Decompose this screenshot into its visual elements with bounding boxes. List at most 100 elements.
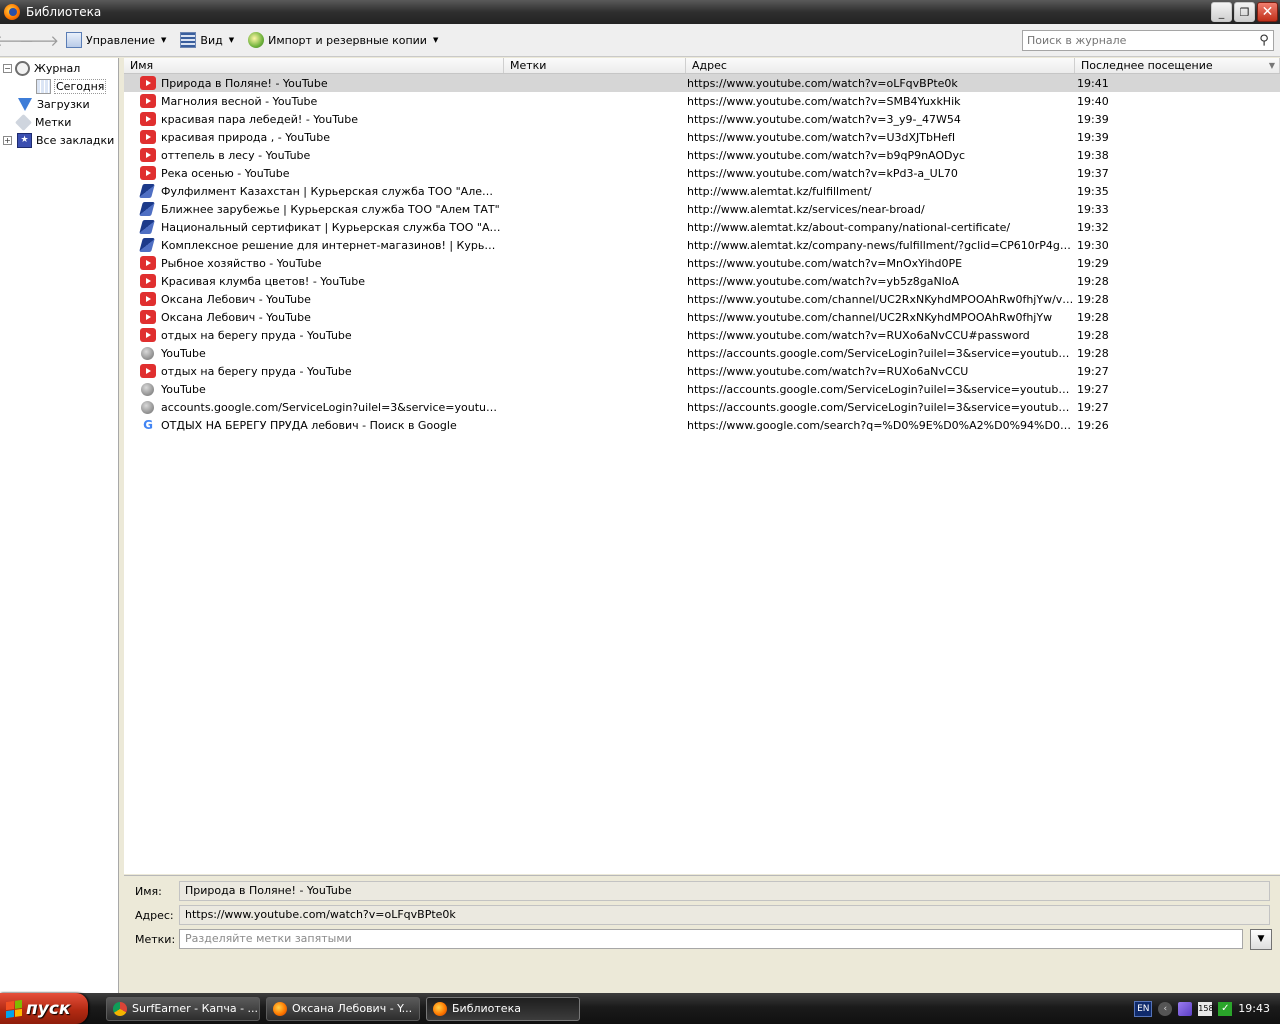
table-row[interactable]: Оксана Лебович - YouTube https://www.yout… (124, 290, 1280, 308)
table-row[interactable]: accounts.google.com/ServiceLogin?uilel=3… (124, 398, 1280, 416)
close-button[interactable]: ✕ (1257, 2, 1278, 22)
table-row[interactable]: Комплексное решение для интернет-магазин… (124, 236, 1280, 254)
detail-address-row: Адрес: https://www.youtube.com/watch?v=o… (124, 905, 1280, 925)
youtube-favicon-icon (140, 256, 156, 270)
cell-name: Ближнее зарубежье | Курьерская служба ТО… (124, 202, 504, 216)
tags-field[interactable]: Разделяйте метки запятыми (179, 929, 1243, 949)
table-row[interactable]: Оксана Лебович - YouTube https://www.yout… (124, 308, 1280, 326)
name-field[interactable]: Природа в Поляне! - YouTube (179, 881, 1270, 901)
show-hidden-icons-icon[interactable]: ‹ (1158, 1001, 1173, 1016)
sidebar-item-downloads[interactable]: Загрузки (0, 95, 118, 113)
sidebar-item-today[interactable]: Сегодня (0, 77, 118, 95)
forward-button[interactable]: 🡒 (19, 29, 59, 51)
taskbar-item-surfearner[interactable]: SurfEarner - Капча - ... (106, 996, 260, 1021)
sort-descending-icon[interactable]: ▼ (1269, 58, 1275, 74)
table-row[interactable]: Ближнее зарубежье | Курьерская служба ТО… (124, 200, 1280, 218)
page-title-text: accounts.google.com/ServiceLogin?uilel=3… (161, 400, 501, 414)
column-header-last-visit[interactable]: Последнее посещение ▼ (1075, 58, 1280, 73)
column-header-tags[interactable]: Метки (504, 58, 686, 73)
cell-address: https://www.youtube.com/watch?v=3_y9-_47… (687, 112, 961, 126)
taskbar-item-library[interactable]: Библиотека (426, 996, 580, 1021)
cell-name: Магнолия весной - YouTube (124, 94, 504, 108)
cell-last-visit: 19:39 (1077, 112, 1109, 126)
minimize-button[interactable]: _ (1211, 2, 1232, 22)
search-input[interactable] (1023, 34, 1255, 47)
details-panel: Имя: Природа в Поляне! - YouTube Адрес: … (124, 875, 1280, 993)
expand-toggle[interactable]: + (3, 135, 12, 145)
cell-address: http://www.alemtat.kz/services/near-broa… (687, 202, 925, 216)
bookmarks-icon: ★ (17, 132, 32, 148)
sidebar-item-tags[interactable]: Метки (0, 113, 118, 131)
table-row[interactable]: YouTube https://accounts.google.com/Servi… (124, 380, 1280, 398)
restore-button[interactable]: ❐ (1234, 2, 1255, 22)
downloads-icon (18, 97, 32, 111)
collapse-toggle[interactable]: − (3, 63, 12, 73)
youtube-favicon-icon (140, 364, 156, 378)
tags-dropdown-button[interactable]: ▼ (1250, 928, 1272, 950)
view-menu-button[interactable]: Вид ▼ (176, 29, 238, 51)
table-row[interactable]: Красивая клумба цветов! - YouTube https:/… (124, 272, 1280, 290)
table-row[interactable]: оттепель в лесу - YouTube https://www.you… (124, 146, 1280, 164)
address-field[interactable]: https://www.youtube.com/watch?v=oLFqvBPt… (179, 905, 1270, 925)
manage-menu-button[interactable]: Управление ▼ (62, 29, 170, 51)
cell-last-visit: 19:26 (1077, 418, 1109, 432)
column-header-name[interactable]: Имя (124, 58, 504, 73)
windows-logo-icon (6, 999, 22, 1018)
sidebar-item-history[interactable]: − Журнал (0, 59, 118, 77)
cell-name: Рыбное хозяйство - YouTube (124, 256, 504, 270)
column-header-address[interactable]: Адрес (686, 58, 1075, 73)
google-favicon-icon: G (143, 418, 153, 432)
cell-name: YouTube (124, 382, 504, 396)
page-title-text: отдых на берегу пруда - YouTube (161, 364, 352, 378)
chrome-icon (113, 1001, 127, 1016)
clock[interactable]: 19:43 (1238, 1002, 1270, 1015)
table-row[interactable]: Природа в Поляне! - YouTube https://www.y… (124, 74, 1280, 92)
sidebar-item-all-bookmarks[interactable]: + ★ Все закладки (0, 131, 118, 149)
title-bar[interactable]: Библиотека _ ❐ ✕ (0, 0, 1280, 24)
cell-name: отдых на берегу пруда - YouTube (124, 364, 504, 378)
calendar-day-icon[interactable]: 158 (1198, 1001, 1214, 1016)
cell-address: https://accounts.google.com/ServiceLogin… (687, 382, 1075, 396)
tags-label: Метки: (135, 932, 176, 946)
table-row[interactable]: Фулфилмент Казахстан | Курьерская служба… (124, 182, 1280, 200)
table-body: Природа в Поляне! - YouTube https://www.y… (124, 74, 1280, 434)
language-indicator[interactable]: EN (1134, 1000, 1153, 1017)
cell-last-visit: 19:28 (1077, 346, 1109, 360)
page-title-text: Комплексное решение для интернет-магазин… (161, 238, 501, 252)
history-icon (15, 60, 30, 76)
table-row[interactable]: G ОТДЫХ НА БЕРЕГУ ПРУДА лебович - Поиск в… (124, 416, 1280, 434)
cell-address: https://accounts.google.com/ServiceLogin… (687, 346, 1075, 360)
table-row[interactable]: Магнолия весной - YouTube https://www.you… (124, 92, 1280, 110)
table-row[interactable]: красивая пара лебедей! - YouTube https://… (124, 110, 1280, 128)
table-row[interactable]: Рыбное хозяйство - YouTube https://www.yo… (124, 254, 1280, 272)
tags-icon (15, 113, 32, 131)
youtube-favicon-icon (140, 274, 156, 288)
toolbar: 🡐 🡒 Управление ▼ Вид ▼ Импорт и резервны… (0, 24, 1280, 57)
sidebar-item-label: Все закладки (36, 133, 115, 147)
table-row[interactable]: Национальный сертификат | Курьерская слу… (124, 218, 1280, 236)
pen-tool-icon[interactable] (1178, 1001, 1193, 1016)
cell-address: http://www.alemtat.kz/company-news/fulfi… (687, 238, 1075, 252)
table-row[interactable]: отдых на берегу пруда - YouTube https://w… (124, 326, 1280, 344)
taskbar-item-label: Оксана Лебович - Y... (292, 1002, 413, 1015)
search-icon[interactable]: ⚲ (1255, 33, 1273, 48)
system-tray: EN ‹ 158 ✓ 19:43 (1134, 993, 1280, 1024)
table-row[interactable]: красивая природа , - YouTube https://www.… (124, 128, 1280, 146)
taskbar-item-oksana[interactable]: Оксана Лебович - Y... (266, 996, 420, 1021)
check-icon[interactable]: ✓ (1218, 1001, 1233, 1016)
table-row[interactable]: отдых на берегу пруда - YouTube https://w… (124, 362, 1280, 380)
table-row[interactable]: Река осенью - YouTube https://www.youtube… (124, 164, 1280, 182)
start-button[interactable]: пуск (0, 993, 88, 1024)
cell-name: Национальный сертификат | Курьерская слу… (124, 220, 504, 234)
cell-address: https://www.youtube.com/watch?v=yb5z8gaN… (687, 274, 960, 288)
table-header: Имя Метки Адрес Последнее посещение ▼ (124, 58, 1280, 74)
dropdown-caret-icon: ▼ (432, 36, 439, 44)
table-row[interactable]: YouTube https://accounts.google.com/Servi… (124, 344, 1280, 362)
import-backup-menu-button[interactable]: Импорт и резервные копии ▼ (244, 29, 442, 51)
page-title-text: отдых на берегу пруда - YouTube (161, 328, 352, 342)
cell-name: Фулфилмент Казахстан | Курьерская служба… (124, 184, 504, 198)
cell-address: https://www.youtube.com/watch?v=RUXo6aNv… (687, 364, 969, 378)
youtube-favicon-icon (140, 76, 156, 90)
cell-address: https://www.youtube.com/watch?v=b9qP9nAO… (687, 148, 966, 162)
manage-label: Управление (86, 33, 156, 47)
